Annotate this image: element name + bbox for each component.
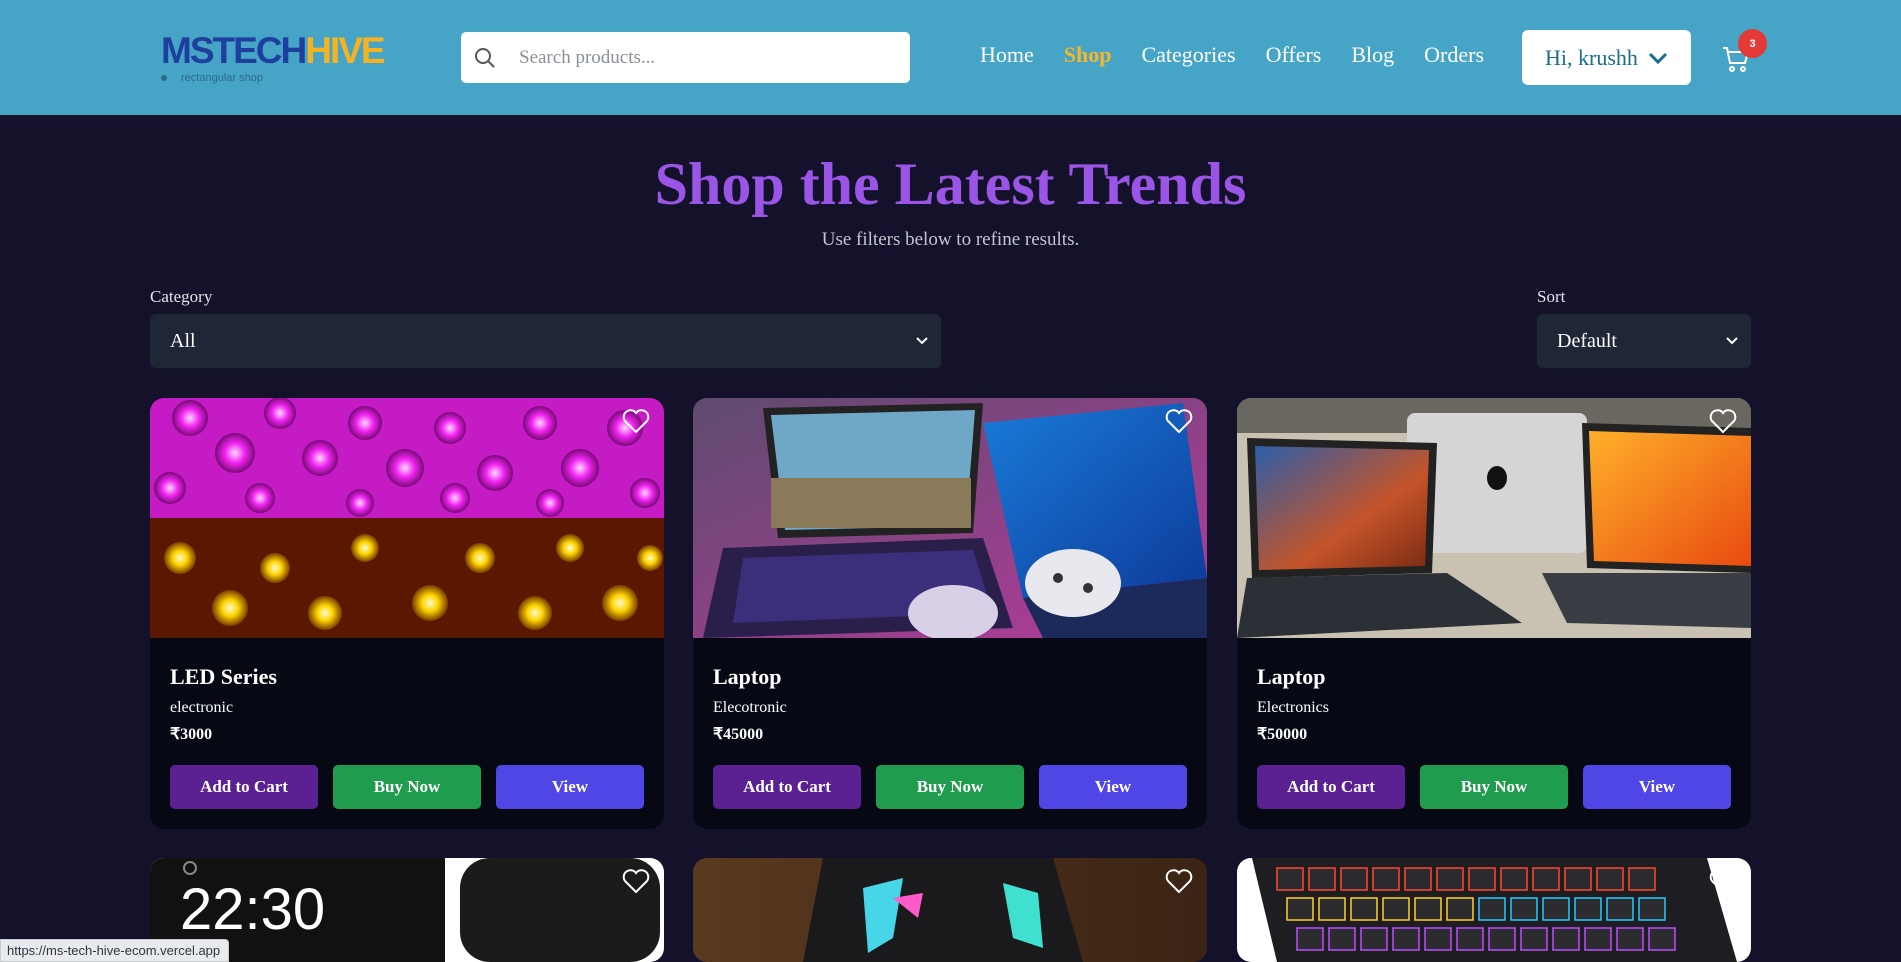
heart-icon[interactable] [622, 868, 650, 894]
view-button[interactable]: View [496, 765, 644, 809]
buy-now-button[interactable]: Buy Now [1420, 765, 1568, 809]
product-actions: Add to Cart Buy Now View [713, 765, 1187, 809]
chevron-down-icon [916, 337, 928, 345]
add-to-cart-button[interactable]: Add to Cart [1257, 765, 1405, 809]
add-to-cart-button[interactable]: Add to Cart [713, 765, 861, 809]
category-select[interactable]: All [150, 314, 941, 368]
search-bar [461, 32, 910, 83]
heart-icon[interactable] [1165, 408, 1193, 434]
product-card-body: Laptop Electronics ₹50000 Add to Cart Bu… [1237, 638, 1751, 829]
product-card-body: Laptop Elecotronic ₹45000 Add to Cart Bu… [693, 638, 1207, 829]
buy-now-button[interactable]: Buy Now [333, 765, 481, 809]
product-category: electronic [170, 699, 234, 716]
product-price: ₹50000 [1257, 726, 1308, 743]
brand-tagline-text: rectangular shop [181, 71, 263, 84]
product-price: ₹45000 [713, 726, 764, 743]
status-bar-url: https://ms-tech-hive-ecom.vercel.app [0, 939, 230, 962]
brand-tagline: rectangular shop [161, 72, 263, 84]
buy-now-button[interactable]: Buy Now [876, 765, 1024, 809]
chevron-down-icon [1726, 337, 1738, 345]
brand-name-part1: MSTECH [161, 29, 307, 71]
product-category: Elecotronic [713, 699, 787, 716]
tagline-dot-icon [161, 74, 167, 81]
navbar: MSTECHHIVE rectangular shop Home Shop Ca… [0, 0, 1901, 115]
product-card-body: LED Series electronic ₹3000 Add to Cart … [150, 638, 664, 829]
sort-filter-label: Sort [1537, 287, 1566, 306]
product-price: ₹3000 [170, 726, 213, 743]
brand-name: MSTECHHIVE [161, 29, 386, 71]
heart-icon[interactable] [1709, 868, 1737, 894]
brand-name-part2: HIVE [305, 29, 385, 71]
product-image-macbooks[interactable] [1237, 398, 1751, 638]
nav-orders[interactable]: Orders [1424, 42, 1484, 68]
product-image-rgb-keyboard[interactable] [1237, 858, 1751, 962]
search-input[interactable] [519, 46, 899, 69]
product-image-gaming-mouse[interactable] [693, 858, 1207, 962]
nav-categories[interactable]: Categories [1141, 42, 1235, 68]
product-actions: Add to Cart Buy Now View [170, 765, 644, 809]
view-button[interactable]: View [1039, 765, 1187, 809]
sort-select[interactable]: Default [1537, 314, 1751, 368]
category-select-value: All [170, 329, 196, 352]
product-card: Laptop Elecotronic ₹45000 Add to Cart Bu… [693, 398, 1207, 829]
nav-offers[interactable]: Offers [1266, 42, 1322, 68]
main-nav: Home Shop Categories Offers Blog Orders [980, 42, 1514, 68]
product-name: Laptop [713, 664, 782, 689]
gaming-laptops-image [693, 398, 1207, 638]
brand-logo[interactable]: MSTECHHIVE rectangular shop [161, 29, 386, 86]
nav-home[interactable]: Home [980, 42, 1034, 68]
product-actions: Add to Cart Buy Now View [1257, 765, 1731, 809]
heart-icon[interactable] [622, 408, 650, 434]
nav-shop[interactable]: Shop [1064, 42, 1112, 68]
page-title: Shop the Latest Trends [654, 151, 1247, 217]
product-image-gaming-laptops[interactable] [693, 398, 1207, 638]
sort-select-value: Default [1557, 329, 1617, 352]
user-greeting: Hi, krushh [1545, 44, 1638, 70]
product-card [1237, 858, 1751, 962]
product-image-led-lights[interactable] [150, 398, 664, 638]
view-button[interactable]: View [1583, 765, 1731, 809]
product-category: Electronics [1257, 699, 1329, 716]
search-icon [475, 47, 495, 68]
category-filter-label: Category [150, 287, 213, 306]
product-card [693, 858, 1207, 962]
heart-icon[interactable] [1165, 868, 1193, 894]
cart-count-badge: 3 [1738, 29, 1767, 58]
add-to-cart-button[interactable]: Add to Cart [170, 765, 318, 809]
watch-clock-text: 22:30 [180, 877, 326, 942]
gaming-mouse-image [693, 858, 1207, 962]
heart-icon[interactable] [1709, 408, 1737, 434]
user-menu-button[interactable]: Hi, krushh [1522, 30, 1691, 85]
chevron-down-icon [1648, 52, 1667, 64]
product-name: LED Series [170, 664, 277, 689]
nav-blog[interactable]: Blog [1351, 42, 1394, 68]
page-subtitle: Use filters below to refine results. [821, 229, 1080, 250]
product-card: Laptop Electronics ₹50000 Add to Cart Bu… [1237, 398, 1751, 829]
macbooks-image [1237, 398, 1751, 638]
product-name: Laptop [1257, 664, 1326, 689]
led-lights-image [150, 398, 664, 638]
product-card: LED Series electronic ₹3000 Add to Cart … [150, 398, 664, 829]
rgb-keyboard-image [1237, 858, 1751, 962]
